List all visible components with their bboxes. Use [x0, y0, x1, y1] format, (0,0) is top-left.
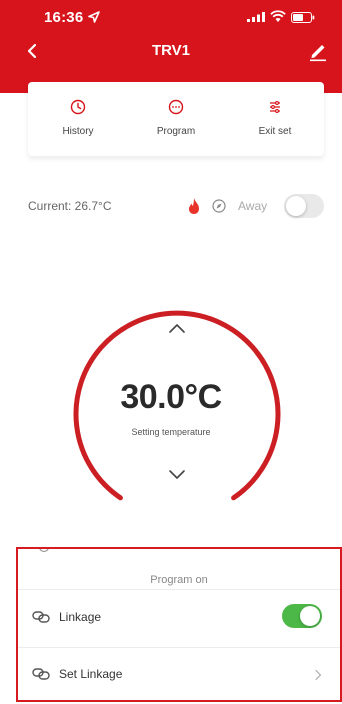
partially-hidden-row: [16, 547, 342, 559]
chevron-right-icon: [315, 669, 322, 681]
exit-set-icon: [270, 101, 280, 113]
linkage-label: Linkage: [59, 610, 102, 624]
setting-temperature-label: Setting temperature: [131, 427, 211, 437]
settings-panel: Program on Linkage Set Linkage: [16, 547, 342, 704]
battery-icon: [291, 12, 315, 23]
chevron-down-icon[interactable]: [167, 468, 187, 482]
linkage-toggle[interactable]: [282, 604, 322, 628]
current-temperature: Current: 26.7°C: [28, 199, 112, 213]
linkage-row: Linkage: [16, 590, 342, 646]
set-linkage-row[interactable]: Set Linkage: [16, 647, 342, 703]
away-label: Away: [238, 199, 268, 213]
history-label: History: [62, 126, 94, 137]
action-card: History Program Exit set: [28, 82, 324, 156]
status-time: 16:36: [44, 9, 84, 26]
compass-icon: [212, 199, 226, 213]
exit-set-label: Exit set: [258, 126, 292, 137]
location-arrow-icon: [88, 11, 100, 23]
exit-set-button[interactable]: Exit set: [230, 99, 320, 139]
page-title: TRV1: [151, 42, 191, 59]
link-icon: [32, 611, 50, 623]
program-button[interactable]: Program: [131, 99, 221, 139]
edit-icon[interactable]: [308, 40, 328, 62]
program-status: Program on: [150, 574, 208, 586]
signal-icon: [247, 12, 265, 22]
history-button[interactable]: History: [33, 99, 123, 139]
flame-icon: [189, 198, 199, 214]
chevron-up-icon[interactable]: [167, 321, 187, 335]
program-dots-icon: [168, 99, 184, 115]
status-bar: 16:36: [0, 0, 342, 36]
temperature-calibration-icon: [38, 547, 50, 553]
nav-bar: TRV1: [0, 36, 342, 70]
link-icon: [32, 668, 50, 680]
linkage-toggle-knob: [300, 606, 320, 626]
header-bar: 16:36 TRV1: [0, 0, 342, 93]
away-toggle[interactable]: [284, 194, 324, 218]
away-toggle-knob: [286, 196, 306, 216]
wifi-icon: [270, 10, 286, 22]
set-linkage-label: Set Linkage: [59, 667, 123, 681]
program-label: Program: [156, 126, 196, 137]
history-clock-icon: [70, 99, 86, 115]
setting-temperature-value: 30.0°C: [120, 378, 222, 416]
